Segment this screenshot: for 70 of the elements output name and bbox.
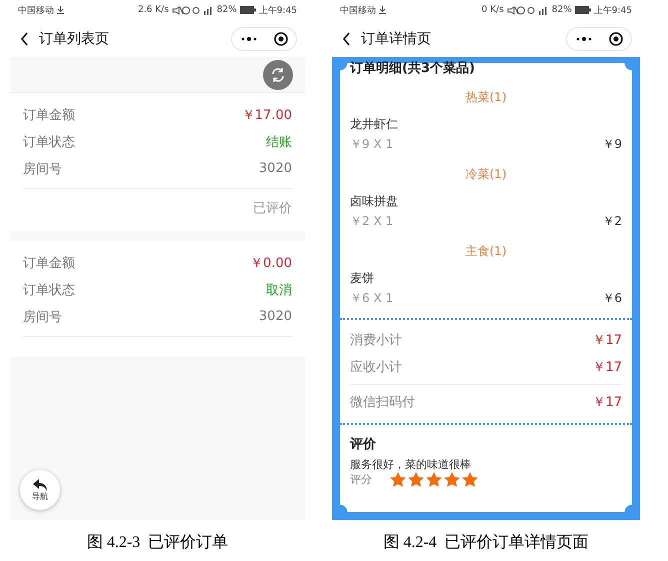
category-title: 冷菜(1) [466,167,506,181]
download-icon [379,6,386,14]
field-value: 3020 [258,161,292,176]
star-icon [444,472,460,487]
field-value: 3020 [258,309,292,324]
field-label: 房间号 [23,160,62,178]
download-icon [57,6,64,14]
dish-total: ￥6 [602,290,622,306]
payment-value: ￥17 [592,394,622,410]
more-icon[interactable] [576,36,592,40]
summary-label: 应收小计 [350,358,402,376]
field-value: ￥17.00 [242,106,292,124]
battery-percent: 82% [216,5,237,15]
field-label: 订单状态 [23,282,75,298]
refresh-icon[interactable] [270,66,286,82]
more-icon[interactable] [240,36,256,40]
unit-price: ￥9 X 1 [350,136,394,152]
clock-time: 上午9:45 [258,4,297,16]
unit-price: ￥2 X 1 [350,212,394,230]
carrier-text: 中国移动 [18,4,54,16]
star-icon [462,472,478,487]
field-label: 订单状态 [23,134,75,150]
battery-icon [574,6,591,14]
network-speed: 2.6 K/s [138,5,169,15]
payment-label: 微信扫码付 [350,394,415,410]
category-title: 主食(1) [466,244,506,258]
star-icon [426,472,442,487]
battery-icon [240,6,256,14]
carrier-text: 中国移动 [340,4,376,16]
order-card[interactable]: 订单金额 ￥17.00 订单状态 结账 房间号 3020 已评价 [10,93,305,231]
unit-price: ￥6 X 1 [350,290,394,306]
order-heading: 订单明细(共3个菜品) [350,61,475,76]
dish-name: 龙井虾仁 [350,116,398,132]
field-label: 订单金额 [23,254,75,272]
clock-time: 上午9:45 [594,4,632,16]
field-label: 房间号 [23,308,62,326]
review-heading: 评价 [350,437,376,452]
page-title: 订单列表页 [39,30,110,48]
status-icons [172,6,214,14]
page-title: 订单详情页 [361,30,432,48]
star-icon [390,472,406,487]
dish-name: 麦饼 [350,270,374,286]
field-value: ￥0.00 [250,254,292,272]
back-icon[interactable] [342,32,351,46]
battery-percent: 82% [552,5,572,15]
network-speed: 0 K/s [482,5,504,15]
summary-value: ￥17 [592,332,622,348]
figure-caption: 图 4.2-4 已评价订单详情页面 [383,532,589,553]
summary-label: 消费小计 [350,332,402,348]
review-status: 已评价 [253,201,292,216]
field-value: 取消 [266,282,292,298]
dish-total: ￥9 [602,136,622,152]
field-value: 结账 [266,134,292,150]
capsule-menu[interactable] [231,26,297,50]
reply-arrow-icon[interactable] [33,478,47,490]
capsule-menu[interactable] [566,26,632,50]
score-label: 评分 [350,472,372,487]
field-label: 订单金额 [23,106,75,124]
summary-value: ￥17 [592,358,622,376]
refresh-button[interactable] [263,60,293,90]
figure-caption: 图 4.2-3 已评价订单 [86,533,228,553]
status-icons [506,6,549,14]
category-title: 热菜(1) [466,90,506,104]
review-comment: 服务很好，菜的味道很棒 [350,458,471,471]
navigation-button[interactable]: 导航 [20,470,60,510]
dish-name: 卤味拼盘 [350,192,398,210]
star-icon [408,472,424,487]
dish-total: ￥2 [602,212,622,230]
back-icon[interactable] [20,32,29,46]
order-card[interactable]: 订单金额 ￥0.00 订单状态 取消 房间号 3020 [10,241,305,357]
